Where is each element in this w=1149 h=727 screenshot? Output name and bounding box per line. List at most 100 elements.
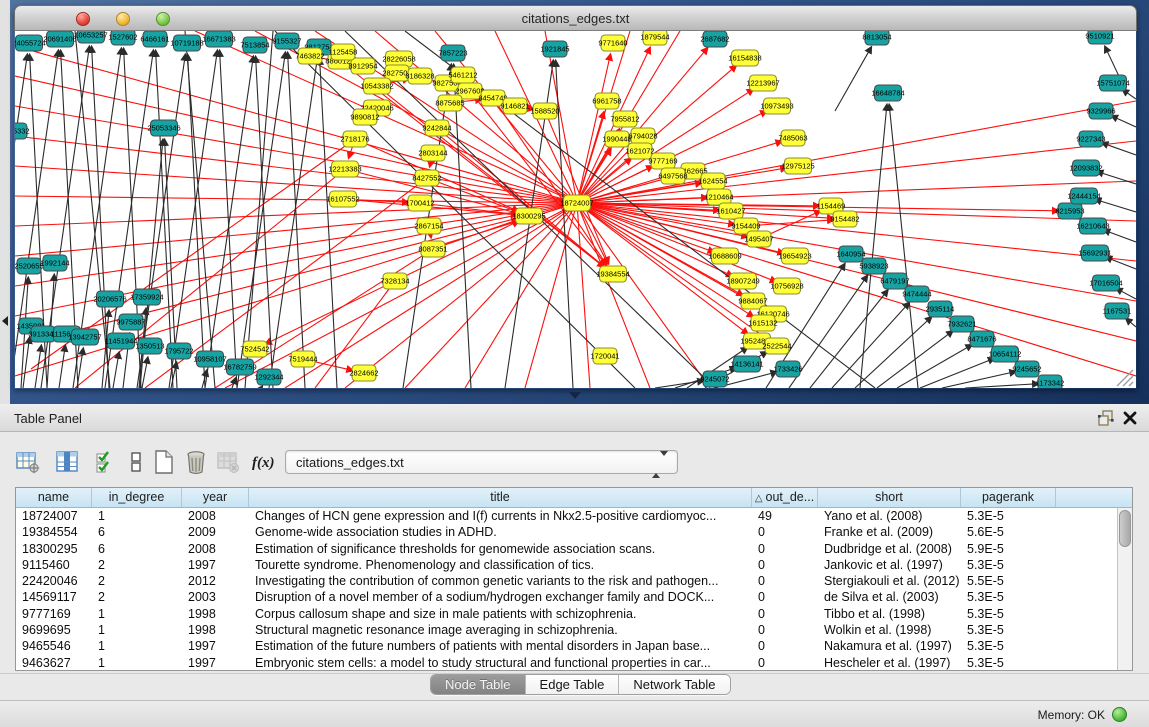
table-cell[interactable]: 1997 bbox=[182, 557, 249, 573]
table-cell[interactable]: 9699695 bbox=[16, 622, 92, 638]
table-cell[interactable]: 1 bbox=[92, 622, 182, 638]
table-row[interactable]: 1872400712008Changes of HCN gene express… bbox=[16, 508, 1132, 524]
table-row[interactable]: 1938455462009Genome-wide association stu… bbox=[16, 524, 1132, 540]
column-header-year[interactable]: year bbox=[182, 488, 249, 507]
table-cell[interactable]: 5.3E-5 bbox=[961, 508, 1056, 524]
table-cell[interactable]: 1 bbox=[92, 508, 182, 524]
table-cell[interactable]: Yano et al. (2008) bbox=[818, 508, 961, 524]
table-cell[interactable]: 5.5E-5 bbox=[961, 573, 1056, 589]
table-cell[interactable]: 0 bbox=[752, 524, 818, 540]
column-header-short[interactable]: short bbox=[818, 488, 961, 507]
table-cell[interactable]: 1 bbox=[92, 655, 182, 671]
table-row[interactable]: 969969511998Structural magnetic resonanc… bbox=[16, 622, 1132, 638]
table-cell[interactable]: Estimation of significance thresholds fo… bbox=[249, 541, 752, 557]
table-chooser-dropdown[interactable]: citations_edges.txt bbox=[285, 450, 678, 474]
table-cell[interactable]: 0 bbox=[752, 622, 818, 638]
new-table-icon[interactable] bbox=[150, 448, 178, 476]
table-cell[interactable]: Tibbo et al. (1998) bbox=[818, 606, 961, 622]
select-columns-icon[interactable] bbox=[53, 448, 81, 476]
table-cell[interactable]: 2 bbox=[92, 573, 182, 589]
table-cell[interactable]: Disruption of a novel member of a sodium… bbox=[249, 589, 752, 605]
tab-network-table[interactable]: Network Table bbox=[619, 675, 729, 694]
table-row[interactable]: 946362711997Embryonic stem cells: a mode… bbox=[16, 655, 1132, 671]
tab-edge-table[interactable]: Edge Table bbox=[526, 675, 620, 694]
splitter-handle[interactable] bbox=[569, 392, 581, 399]
table-cell[interactable]: 0 bbox=[752, 589, 818, 605]
network-window[interactable]: citations_edges.txt 24055724206914061065… bbox=[14, 5, 1137, 389]
table-cell[interactable]: 5.3E-5 bbox=[961, 638, 1056, 654]
tab-node-table[interactable]: Node Table bbox=[431, 675, 526, 694]
function-builder-icon[interactable]: f(x) bbox=[248, 448, 282, 476]
float-panel-icon[interactable] bbox=[1097, 409, 1115, 427]
table-cell[interactable]: 2008 bbox=[182, 541, 249, 557]
left-splitter[interactable] bbox=[0, 0, 10, 404]
table-cell[interactable]: 5.6E-5 bbox=[961, 524, 1056, 540]
column-header-out_de[interactable]: △out_de... bbox=[752, 488, 818, 507]
memory-ok-indicator[interactable] bbox=[1112, 707, 1127, 722]
table-cell[interactable]: Genome-wide association studies in ADHD. bbox=[249, 524, 752, 540]
table-cell[interactable]: 18724007 bbox=[16, 508, 92, 524]
table-row[interactable]: 911546021997Tourette syndrome. Phenomeno… bbox=[16, 557, 1132, 573]
table-row[interactable]: 1456911722003Disruption of a novel membe… bbox=[16, 589, 1132, 605]
scrollbar-thumb[interactable] bbox=[1119, 510, 1131, 547]
table-cell[interactable]: 1997 bbox=[182, 655, 249, 671]
column-header-title[interactable]: title bbox=[249, 488, 752, 507]
table-row[interactable]: 2242004622012Investigating the contribut… bbox=[16, 573, 1132, 589]
table-cell[interactable]: 0 bbox=[752, 541, 818, 557]
column-header-pagerank[interactable]: pagerank bbox=[961, 488, 1056, 507]
table-cell[interactable]: 2009 bbox=[182, 524, 249, 540]
table-cell[interactable]: 1 bbox=[92, 606, 182, 622]
vertical-scrollbar[interactable] bbox=[1117, 508, 1132, 670]
table-cell[interactable]: 49 bbox=[752, 508, 818, 524]
table-cell[interactable]: de Silva et al. (2003) bbox=[818, 589, 961, 605]
table-cell[interactable]: 14569117 bbox=[16, 589, 92, 605]
table-cell[interactable]: Structural magnetic resonance image aver… bbox=[249, 622, 752, 638]
table-type-tabs[interactable]: Node Table Edge Table Network Table bbox=[430, 674, 731, 695]
stacked-rows-icon[interactable] bbox=[122, 448, 150, 476]
table-row[interactable]: 1830029562008Estimation of significance … bbox=[16, 541, 1132, 557]
table-cell[interactable]: 9777169 bbox=[16, 606, 92, 622]
table-cell[interactable]: 0 bbox=[752, 606, 818, 622]
table-cell[interactable]: 5.9E-5 bbox=[961, 541, 1056, 557]
table-cell[interactable]: Changes of HCN gene expression and I(f) … bbox=[249, 508, 752, 524]
table-cell[interactable]: 2012 bbox=[182, 573, 249, 589]
column-header-name[interactable]: name bbox=[16, 488, 92, 507]
table-cell[interactable]: Wolkin et al. (1998) bbox=[818, 622, 961, 638]
table-cell[interactable]: 1997 bbox=[182, 638, 249, 654]
table-cell[interactable]: Dudbridge et al. (2008) bbox=[818, 541, 961, 557]
table-cell[interactable]: 2003 bbox=[182, 589, 249, 605]
table-cell[interactable]: 1 bbox=[92, 638, 182, 654]
table-header-row[interactable]: namein_degreeyeartitle△out_de...shortpag… bbox=[16, 488, 1132, 508]
table-cell[interactable]: Franke et al. (2009) bbox=[818, 524, 961, 540]
node-attribute-table[interactable]: namein_degreeyeartitle△out_de...shortpag… bbox=[15, 487, 1133, 671]
table-cell[interactable]: 0 bbox=[752, 638, 818, 654]
table-cell[interactable]: 1998 bbox=[182, 606, 249, 622]
table-cell[interactable]: Hescheler et al. (1997) bbox=[818, 655, 961, 671]
network-canvas[interactable]: 2405572420691406106532571527602646616110… bbox=[15, 31, 1136, 388]
table-cell[interactable]: 5.3E-5 bbox=[961, 622, 1056, 638]
network-window-titlebar[interactable]: citations_edges.txt bbox=[14, 5, 1137, 31]
table-cell[interactable]: 2 bbox=[92, 557, 182, 573]
table-cell[interactable]: 9115460 bbox=[16, 557, 92, 573]
table-cell[interactable]: Tourette syndrome. Phenomenology and cla… bbox=[249, 557, 752, 573]
table-cell[interactable]: 5.3E-5 bbox=[961, 606, 1056, 622]
table-cell[interactable]: 0 bbox=[752, 655, 818, 671]
table-cell[interactable]: Corpus callosum shape and size in male p… bbox=[249, 606, 752, 622]
table-cell[interactable]: 18300295 bbox=[16, 541, 92, 557]
citation-network-graph[interactable]: 2405572420691406106532571527602646616110… bbox=[15, 31, 1136, 388]
table-cell[interactable]: Stergiakouli et al. (2012) bbox=[818, 573, 961, 589]
table-cell[interactable]: 19384554 bbox=[16, 524, 92, 540]
table-cell[interactable]: 5.3E-5 bbox=[961, 589, 1056, 605]
table-settings-icon[interactable] bbox=[14, 448, 42, 476]
table-cell[interactable]: 5.3E-5 bbox=[961, 557, 1056, 573]
delete-column-trash-icon[interactable] bbox=[182, 448, 210, 476]
table-cell[interactable]: 1998 bbox=[182, 622, 249, 638]
table-row[interactable]: 977716911998Corpus callosum shape and si… bbox=[16, 606, 1132, 622]
table-cell[interactable]: 6 bbox=[92, 541, 182, 557]
table-cell[interactable]: Estimation of the future numbers of pati… bbox=[249, 638, 752, 654]
table-cell[interactable]: 5.3E-5 bbox=[961, 655, 1056, 671]
table-cell[interactable]: 22420046 bbox=[16, 573, 92, 589]
close-panel-icon[interactable] bbox=[1121, 409, 1139, 427]
column-header-in_degree[interactable]: in_degree bbox=[92, 488, 182, 507]
table-cell[interactable]: 6 bbox=[92, 524, 182, 540]
